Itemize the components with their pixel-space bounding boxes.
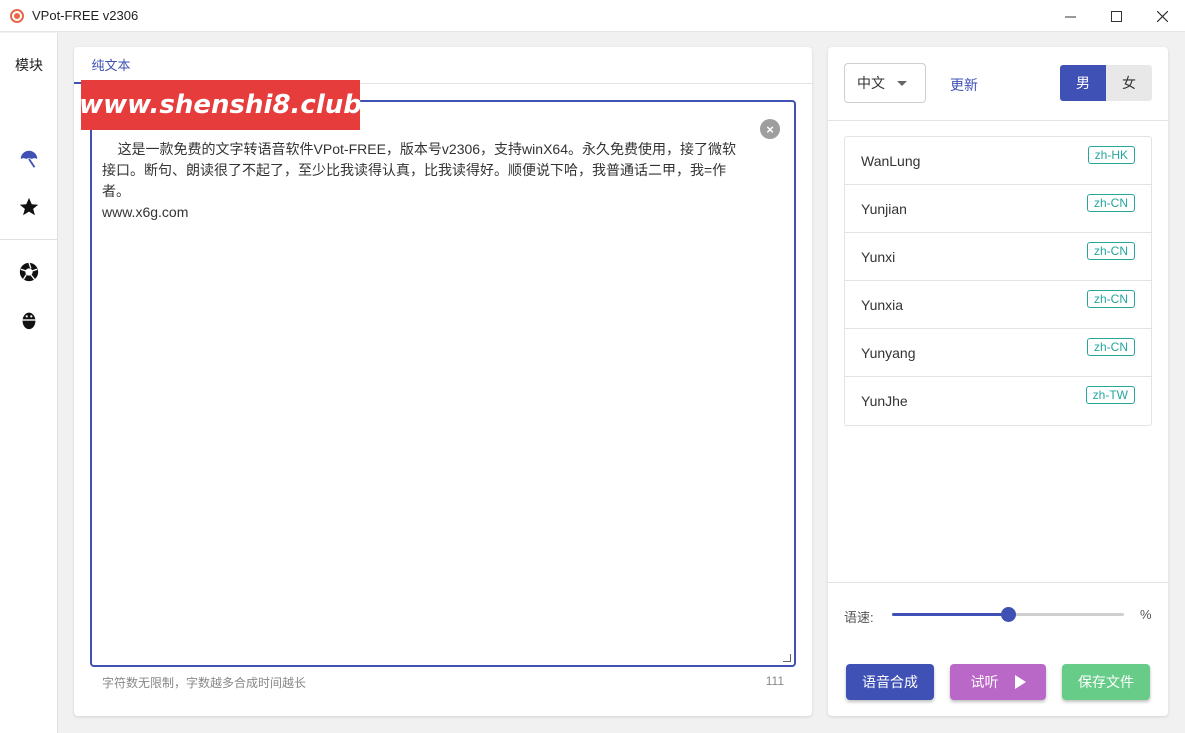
save-file-label: 保存文件 bbox=[1078, 674, 1134, 690]
voice-name: Yunjian bbox=[861, 200, 907, 217]
locale-badge: zh-CN bbox=[1086, 338, 1135, 356]
aperture-icon[interactable] bbox=[17, 260, 41, 284]
gender-toggle: 男 女 bbox=[1060, 65, 1152, 101]
locale-badge: zh-CN bbox=[1086, 290, 1135, 308]
synthesize-button[interactable]: 语音合成 bbox=[846, 664, 934, 700]
speed-label: 语速: bbox=[844, 610, 874, 625]
panel-divider bbox=[828, 582, 1168, 583]
locale-badge: zh-CN bbox=[1086, 194, 1135, 212]
voice-item[interactable]: Yunyang zh-CN bbox=[845, 329, 1151, 377]
umbrella-icon[interactable] bbox=[17, 147, 41, 171]
panel-divider bbox=[828, 120, 1168, 121]
update-button[interactable]: 更新 bbox=[950, 75, 978, 95]
speed-slider-thumb[interactable] bbox=[1001, 607, 1016, 622]
maximize-button[interactable] bbox=[1093, 0, 1139, 32]
voice-name: Yunxi bbox=[861, 248, 896, 265]
gender-male-button[interactable]: 男 bbox=[1060, 65, 1106, 101]
star-icon[interactable] bbox=[17, 195, 41, 219]
tab-plain-text[interactable]: 纯文本 bbox=[74, 47, 148, 84]
sidebar: 模块 bbox=[0, 33, 58, 733]
watermark-banner: www.shenshi8.club bbox=[79, 80, 362, 130]
maximize-icon bbox=[1110, 10, 1122, 22]
gender-female-button[interactable]: 女 bbox=[1106, 65, 1152, 101]
preview-label: 试听 bbox=[970, 674, 999, 690]
title-bar: VPot-FREE v2306 bbox=[0, 0, 1185, 32]
speed-slider[interactable] bbox=[892, 607, 1124, 622]
voice-item[interactable]: YunJhe zh-TW bbox=[845, 377, 1151, 425]
speed-slider-fill bbox=[892, 613, 1008, 616]
preview-button[interactable]: 试听 bbox=[950, 664, 1046, 700]
language-value: 中文 bbox=[857, 75, 885, 91]
chevron-down-icon bbox=[897, 81, 907, 86]
play-icon bbox=[1014, 675, 1026, 689]
locale-badge: zh-CN bbox=[1086, 242, 1135, 260]
app-logo-icon bbox=[10, 8, 24, 23]
voice-item[interactable]: WanLung zh-HK bbox=[845, 137, 1151, 185]
locale-badge: zh-HK bbox=[1087, 146, 1135, 164]
close-icon bbox=[1156, 10, 1168, 22]
voice-name: Yunyang bbox=[861, 344, 916, 361]
text-content: 这是一款免费的文字转语音软件VPot-FREE，版本号v2306，支持winX6… bbox=[102, 141, 736, 220]
locale-badge: zh-TW bbox=[1085, 386, 1135, 404]
watermark-text: www.shenshi8.club bbox=[79, 90, 362, 120]
voice-name: YunJhe bbox=[861, 393, 908, 409]
editor-card: 纯文本 这是一款免费的文字转语音软件VPot-FREE，版本号v2306，支持w… bbox=[74, 47, 812, 716]
language-select[interactable]: 中文 bbox=[844, 63, 926, 103]
voice-list: WanLung zh-HK Yunjian zh-CN Yunxi zh-CN … bbox=[844, 136, 1152, 426]
voice-item[interactable]: Yunjian zh-CN bbox=[845, 185, 1151, 233]
voice-item[interactable]: Yunxi zh-CN bbox=[845, 233, 1151, 281]
clear-text-icon[interactable]: × bbox=[760, 119, 780, 139]
voice-name: Yunxia bbox=[861, 296, 904, 313]
window-controls bbox=[1047, 0, 1185, 32]
sidebar-divider bbox=[0, 239, 58, 240]
char-count: 111 bbox=[765, 674, 784, 688]
resize-handle[interactable] bbox=[783, 654, 791, 662]
voice-item[interactable]: Yunxia zh-CN bbox=[845, 281, 1151, 329]
window-title: VPot-FREE v2306 bbox=[32, 8, 139, 23]
close-button[interactable] bbox=[1139, 0, 1185, 32]
speed-unit: % bbox=[1140, 607, 1152, 622]
tab-bar: 纯文本 bbox=[74, 47, 812, 84]
text-input[interactable]: 这是一款免费的文字转语音软件VPot-FREE，版本号v2306，支持winX6… bbox=[90, 100, 796, 667]
synthesize-label: 语音合成 bbox=[862, 674, 918, 690]
char-limit-hint: 字符数无限制，字数越多合成时间越长 bbox=[102, 676, 307, 690]
minimize-icon bbox=[1064, 16, 1076, 17]
sidebar-title: 模块 bbox=[15, 57, 43, 73]
voice-panel: 中文 更新 男 女 WanLung zh-HK Yunjian zh-CN Yu… bbox=[828, 47, 1168, 716]
minimize-button[interactable] bbox=[1047, 0, 1093, 32]
voice-name: WanLung bbox=[861, 152, 921, 169]
save-file-button[interactable]: 保存文件 bbox=[1062, 664, 1150, 700]
bug-icon[interactable] bbox=[17, 308, 41, 332]
